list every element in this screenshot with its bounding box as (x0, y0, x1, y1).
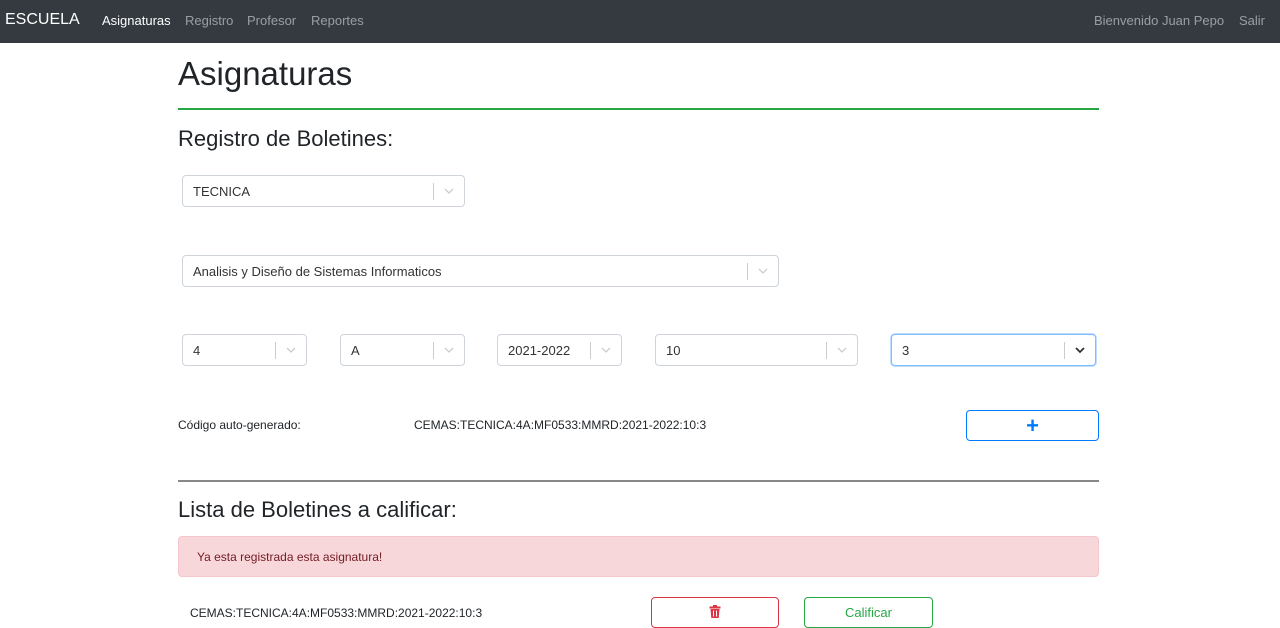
select-separator (433, 342, 434, 359)
brand[interactable]: ESCUELA (5, 11, 80, 29)
code-label: Código auto-generado: (178, 418, 301, 432)
area-select[interactable]: TECNICA (182, 175, 465, 207)
subject-select-value: Analisis y Diseño de Sistemas Informatic… (193, 264, 442, 279)
chevron-down-icon[interactable] (443, 186, 455, 196)
select-separator (1064, 342, 1065, 359)
section-divider (178, 480, 1099, 482)
calificar-button[interactable]: Calificar (804, 597, 933, 628)
trash-icon (709, 604, 721, 621)
area-select-value: TECNICA (193, 184, 251, 199)
field-four-select[interactable]: 10 (655, 334, 858, 366)
grade-select-value: 4 (193, 343, 201, 358)
page-title: Asignaturas (178, 55, 353, 92)
list-item-code: CEMAS:TECNICA:4A:MF0533:MMRD:2021-2022:1… (190, 606, 483, 620)
nav-item-reportes[interactable]: Reportes (311, 13, 364, 28)
grade-select[interactable]: 4 (182, 334, 307, 366)
generated-code: CEMAS:TECNICA:4A:MF0533:MMRD:2021-2022:1… (414, 418, 707, 432)
chevron-down-icon[interactable] (836, 345, 848, 355)
year-select[interactable]: 2021-2022 (497, 334, 622, 366)
subject-select[interactable]: Analisis y Diseño de Sistemas Informatic… (182, 255, 779, 287)
field-four-select-value: 10 (666, 343, 681, 358)
nav-item-registro[interactable]: Registro (185, 13, 233, 28)
lista-title: Lista de Boletines a calificar: (178, 497, 457, 522)
navbar: ESCUELA Asignaturas Registro Profesor Re… (0, 0, 1280, 43)
delete-button[interactable] (651, 597, 779, 628)
section-select-value: A (351, 343, 360, 358)
year-select-value: 2021-2022 (508, 343, 571, 358)
section-select[interactable]: A (340, 334, 465, 366)
chevron-down-icon[interactable] (600, 345, 612, 355)
select-separator (590, 342, 591, 359)
chevron-down-icon[interactable] (285, 345, 297, 355)
select-separator (433, 183, 434, 200)
field-five-select-value: 3 (902, 343, 910, 358)
field-five-select[interactable]: 3 (891, 334, 1096, 366)
title-divider (178, 108, 1099, 110)
select-separator (747, 263, 748, 280)
chevron-down-icon[interactable] (443, 345, 455, 355)
select-separator (275, 342, 276, 359)
plus-icon: + (1026, 412, 1039, 438)
calificar-label: Calificar (845, 605, 892, 620)
alert-message: Ya esta registrada esta asignatura! (197, 550, 383, 564)
duplicate-alert: Ya esta registrada esta asignatura! (178, 536, 1099, 577)
nav-item-profesor[interactable]: Profesor (247, 13, 296, 28)
welcome-text: Bienvenido Juan Pepo (1094, 13, 1225, 28)
chevron-down-icon[interactable] (757, 266, 769, 276)
nav-item-asignaturas[interactable]: Asignaturas (102, 13, 171, 28)
select-separator (826, 342, 827, 359)
registro-title: Registro de Boletines: (178, 126, 394, 151)
logout-link[interactable]: Salir (1239, 13, 1265, 28)
add-button[interactable]: + (966, 410, 1099, 441)
chevron-down-icon[interactable] (1074, 345, 1086, 355)
